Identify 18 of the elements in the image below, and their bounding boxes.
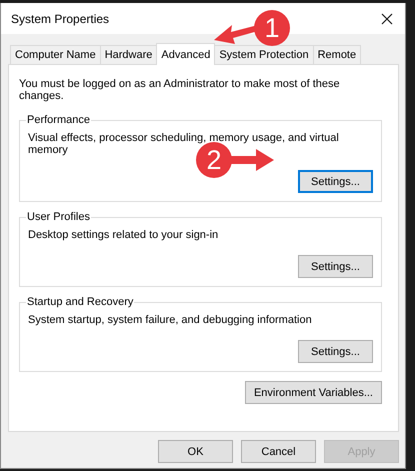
group-title: User Profiles — [26, 211, 91, 223]
arrow-icon — [230, 149, 274, 171]
group-title: Startup and Recovery — [26, 296, 134, 308]
settings-button[interactable]: Settings... — [298, 170, 373, 193]
group-description: System startup, system failure, and debugging information — [28, 314, 313, 326]
dialog-button[interactable]: OK — [158, 440, 233, 463]
notice-text: You must be logged on as an Administrator to make most of these changes. — [19, 78, 341, 102]
window-title: System Properties — [11, 12, 110, 26]
settings-button[interactable]: Settings... — [298, 255, 373, 278]
dialog-button[interactable]: Cancel — [241, 440, 316, 463]
group-title: Performance — [26, 114, 91, 126]
settings-button[interactable]: Settings... — [298, 340, 373, 363]
close-icon[interactable] — [381, 12, 393, 24]
tab[interactable]: Remote — [312, 45, 362, 64]
tab[interactable]: Computer Name — [10, 45, 101, 64]
group-description: Desktop settings related to your sign-in — [28, 229, 220, 241]
tab[interactable]: Advanced — [156, 43, 216, 65]
environment-variables-button[interactable]: Environment Variables... — [244, 381, 382, 404]
